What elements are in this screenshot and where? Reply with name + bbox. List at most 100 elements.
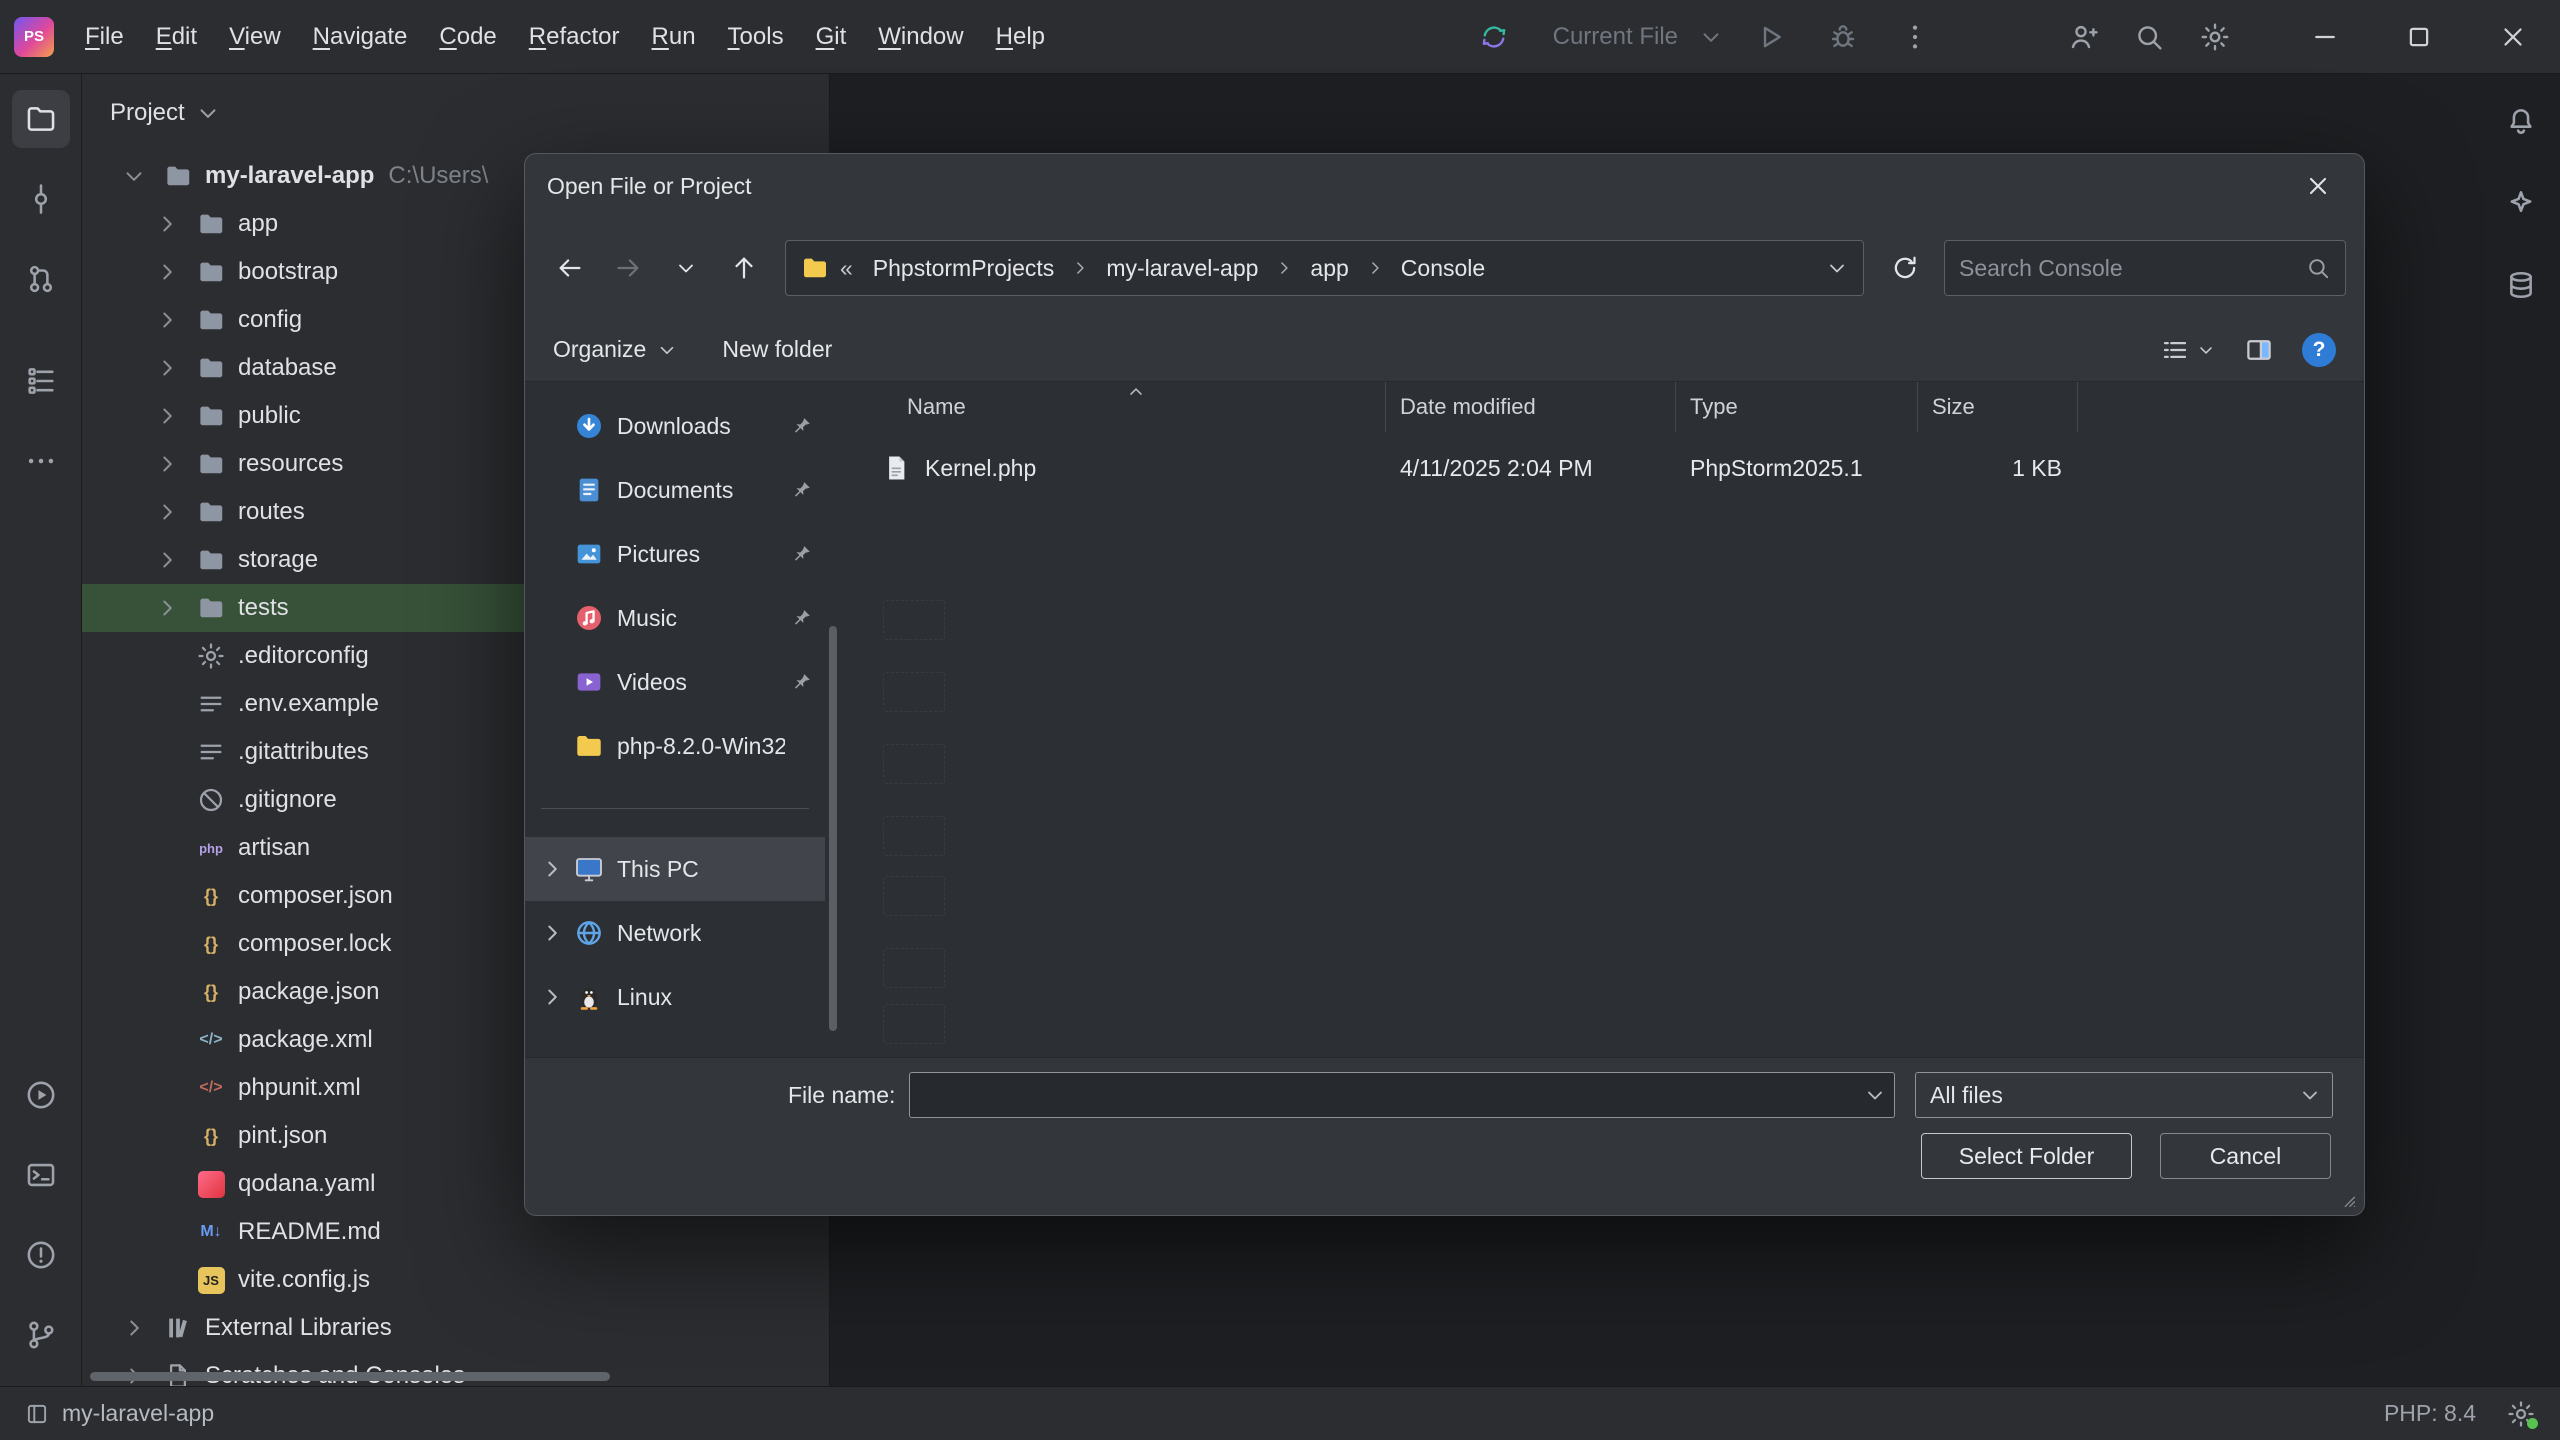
tree-item-label: resources: [238, 450, 343, 478]
search-everywhere-icon[interactable]: [2120, 10, 2178, 64]
tool-more-button[interactable]: [12, 432, 70, 490]
chevron-right-icon[interactable]: [539, 856, 573, 882]
menu-help[interactable]: Help: [981, 14, 1060, 60]
menu-refactor[interactable]: Refactor: [514, 14, 635, 60]
add-user-icon[interactable]: [2054, 10, 2112, 64]
notifications-button[interactable]: [2492, 92, 2550, 150]
breadcrumb-phpstormprojects[interactable]: PhpstormProjects: [863, 250, 1065, 287]
close-button[interactable]: [2466, 0, 2560, 74]
status-project-widget[interactable]: my-laravel-app: [24, 1400, 214, 1427]
refresh-button[interactable]: [1878, 241, 1932, 295]
breadcrumb-console[interactable]: Console: [1391, 250, 1495, 287]
debug-icon[interactable]: [1814, 10, 1872, 64]
tool-structure-button[interactable]: [12, 352, 70, 410]
chevron-down-icon[interactable]: [1856, 1083, 1894, 1107]
search-box[interactable]: [1944, 240, 2346, 296]
menu-window[interactable]: Window: [863, 14, 978, 60]
tool-pull-requests-button[interactable]: [12, 250, 70, 308]
downloads-icon: [573, 410, 605, 442]
breadcrumb-overflow[interactable]: «: [836, 255, 857, 282]
chevron-right-icon[interactable]: [539, 920, 573, 946]
pin-icon: [791, 479, 813, 501]
phpstorm-logo[interactable]: PS: [14, 17, 54, 57]
menu-file[interactable]: File: [70, 14, 139, 60]
column-header-type[interactable]: Type: [1676, 382, 1918, 432]
address-folder-icon: [800, 253, 830, 283]
menu-navigate[interactable]: Navigate: [298, 14, 423, 60]
menu-run[interactable]: Run: [637, 14, 711, 60]
back-button[interactable]: [543, 241, 597, 295]
project-panel-header[interactable]: Project: [82, 74, 829, 152]
file-name-input[interactable]: [910, 1082, 1856, 1109]
tree-item-label: app: [238, 210, 278, 238]
run-config-selector[interactable]: Current File: [1553, 23, 1678, 51]
tree-item-external-libraries[interactable]: External Libraries: [82, 1304, 829, 1352]
column-header-name[interactable]: Name: [841, 382, 1386, 432]
tree-item-vite-config-js[interactable]: JSvite.config.js: [82, 1256, 829, 1304]
phpstorm-window: PS FileEditViewNavigateCodeRefactorRunTo…: [0, 0, 2560, 1440]
menu-view[interactable]: View: [214, 14, 296, 60]
select-folder-button[interactable]: Select Folder: [1921, 1133, 2132, 1179]
organize-button[interactable]: Organize: [553, 336, 678, 363]
place-videos[interactable]: Videos: [525, 650, 825, 714]
history-chevron-button[interactable]: [659, 241, 713, 295]
place-network[interactable]: Network: [525, 901, 825, 965]
project-tree-hscrollbar[interactable]: [90, 1372, 610, 1381]
cancel-button[interactable]: Cancel: [2160, 1133, 2331, 1179]
settings-icon[interactable]: [2186, 10, 2244, 64]
new-folder-button[interactable]: New folder: [722, 336, 832, 363]
chevron-right-icon[interactable]: [539, 984, 573, 1010]
menu-tools[interactable]: Tools: [713, 14, 799, 60]
file-row-kernel-php[interactable]: Kernel.php4/11/2025 2:04 PMPhpStorm2025.…: [841, 440, 2364, 496]
dialog-title-bar[interactable]: Open File or Project: [525, 154, 2364, 218]
database-button[interactable]: [2492, 256, 2550, 314]
place-documents[interactable]: Documents: [525, 458, 825, 522]
place-this-pc[interactable]: This PC: [525, 837, 825, 901]
search-input[interactable]: [1959, 255, 2305, 282]
address-dropdown-chevron[interactable]: [1825, 256, 1849, 280]
menu-git[interactable]: Git: [801, 14, 862, 60]
column-header-date-modified[interactable]: Date modified: [1386, 382, 1676, 432]
pin-icon: [791, 607, 813, 629]
breadcrumb-my-laravel-app[interactable]: my-laravel-app: [1096, 250, 1268, 287]
place-php-8-2-0-win32[interactable]: php-8.2.0-Win32: [525, 714, 825, 778]
up-button[interactable]: [717, 241, 771, 295]
file-name-combobox[interactable]: [909, 1072, 1895, 1118]
address-bar[interactable]: «PhpstormProjects my-laravel-app app Consol…: [785, 240, 1864, 296]
tool-project-button[interactable]: [12, 90, 70, 148]
breadcrumb-app[interactable]: app: [1300, 250, 1358, 287]
dialog-footer: File name: All files Select Folder Cance…: [525, 1057, 2364, 1215]
kebab-icon[interactable]: [1886, 10, 1944, 64]
menu-code[interactable]: Code: [424, 14, 511, 60]
forward-button[interactable]: [601, 241, 655, 295]
file-type-select[interactable]: All files: [1915, 1072, 2333, 1118]
tool-commit-button[interactable]: [12, 170, 70, 228]
maximize-button[interactable]: [2372, 0, 2466, 74]
view-mode-button[interactable]: [2160, 335, 2216, 365]
scrollbar-thumb[interactable]: [829, 626, 837, 1031]
folder-icon: [194, 591, 228, 625]
place-linux[interactable]: Linux: [525, 965, 825, 1029]
place-pictures[interactable]: Pictures: [525, 522, 825, 586]
run-play-icon[interactable]: [1742, 10, 1800, 64]
tool-terminal-button[interactable]: [12, 1146, 70, 1204]
ai-assistant-button[interactable]: [2492, 174, 2550, 232]
menu-edit[interactable]: Edit: [141, 14, 212, 60]
resize-grip-icon[interactable]: [2337, 1189, 2359, 1211]
php-version-widget[interactable]: PHP: 8.4: [2384, 1400, 2476, 1427]
help-button[interactable]: ?: [2302, 333, 2336, 367]
place-downloads[interactable]: Downloads: [525, 394, 825, 458]
status-notifications-icon[interactable]: [2506, 1399, 2536, 1429]
chevron-down-icon[interactable]: [1694, 10, 1728, 64]
tool-run-button[interactable]: [12, 1066, 70, 1124]
sync-icon[interactable]: [1465, 10, 1523, 64]
column-header-size[interactable]: Size: [1918, 382, 2078, 432]
dialog-close-button[interactable]: [2272, 154, 2364, 218]
minimize-button[interactable]: [2278, 0, 2372, 74]
tool-problems-button[interactable]: [12, 1226, 70, 1284]
navigation-pane: DownloadsDocumentsPicturesMusicVideosphp…: [525, 382, 825, 1057]
navigation-pane-scrollbar[interactable]: [825, 382, 841, 1057]
tool-version-control-button[interactable]: [12, 1306, 70, 1364]
preview-pane-button[interactable]: [2244, 335, 2274, 365]
place-music[interactable]: Music: [525, 586, 825, 650]
